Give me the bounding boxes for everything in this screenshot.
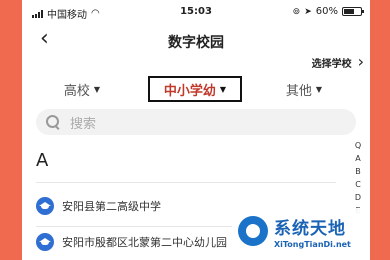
school-name: 安阳市殷都区北蒙第二中心幼儿园 — [62, 236, 227, 249]
search-input[interactable]: 搜索 — [36, 109, 356, 135]
status-bar: 中国移动 ◠ 15:03 ⊚ ➤ 60% — [22, 0, 370, 24]
filter-tab-university[interactable]: 高校 ▼ — [52, 76, 112, 102]
section-header-a: A — [36, 150, 49, 171]
caret-down-icon: ▼ — [93, 84, 101, 94]
battery-percent: 60% — [315, 6, 338, 17]
phone-screen: 中国移动 ◠ 15:03 ⊚ ➤ 60% ‹ 数字校园 选择学校 › 高校 ▼ … — [22, 0, 370, 260]
caret-down-icon: ▼ — [219, 84, 227, 94]
status-right: ⊚ ➤ 60% — [292, 6, 364, 17]
graduation-cap-icon — [36, 233, 54, 251]
index-letter[interactable]: C — [355, 179, 361, 190]
graduation-cap-icon — [36, 197, 54, 215]
battery-fill — [344, 9, 354, 14]
school-name: 安阳县第二高级中学 — [62, 200, 161, 213]
filter-tab-label: 高校 — [63, 83, 90, 99]
watermark: 系统天地 XiTongTianDi.net — [232, 208, 370, 260]
watermark-subtitle: XiTongTianDi.net — [274, 240, 351, 249]
index-letter[interactable]: B — [355, 166, 361, 177]
filter-tab-other[interactable]: 其他 ▼ — [274, 76, 334, 102]
filter-tab-label: 中小学幼 — [163, 83, 216, 99]
watermark-logo-icon — [238, 216, 268, 246]
alphabet-index-bar: Q A B C D E — [352, 140, 364, 216]
filter-tab-k12[interactable]: 中小学幼 ▼ — [148, 76, 242, 102]
battery-icon — [342, 7, 364, 16]
index-letter[interactable]: A — [355, 153, 360, 164]
divider — [36, 182, 336, 183]
index-letter[interactable]: D — [355, 192, 361, 203]
filter-tab-label: 其他 — [285, 83, 312, 99]
caret-down-icon: ▼ — [315, 84, 323, 94]
nav-bar: ‹ 数字校园 — [22, 24, 370, 58]
chevron-right-icon: › — [357, 52, 364, 71]
search-icon — [46, 115, 60, 130]
location-arrow-icon: ➤ — [304, 6, 312, 17]
index-letter-search[interactable]: Q — [355, 140, 361, 151]
filter-bar: 高校 ▼ 中小学幼 ▼ 其他 ▼ — [22, 74, 370, 104]
select-school-label: 选择学校 — [311, 58, 352, 70]
select-school-button[interactable]: 选择学校 › — [312, 54, 364, 70]
watermark-title: 系统天地 — [274, 219, 346, 239]
orientation-lock-icon: ⊚ — [292, 6, 301, 17]
page-title: 数字校园 — [168, 35, 224, 51]
search-placeholder: 搜索 — [70, 116, 97, 132]
